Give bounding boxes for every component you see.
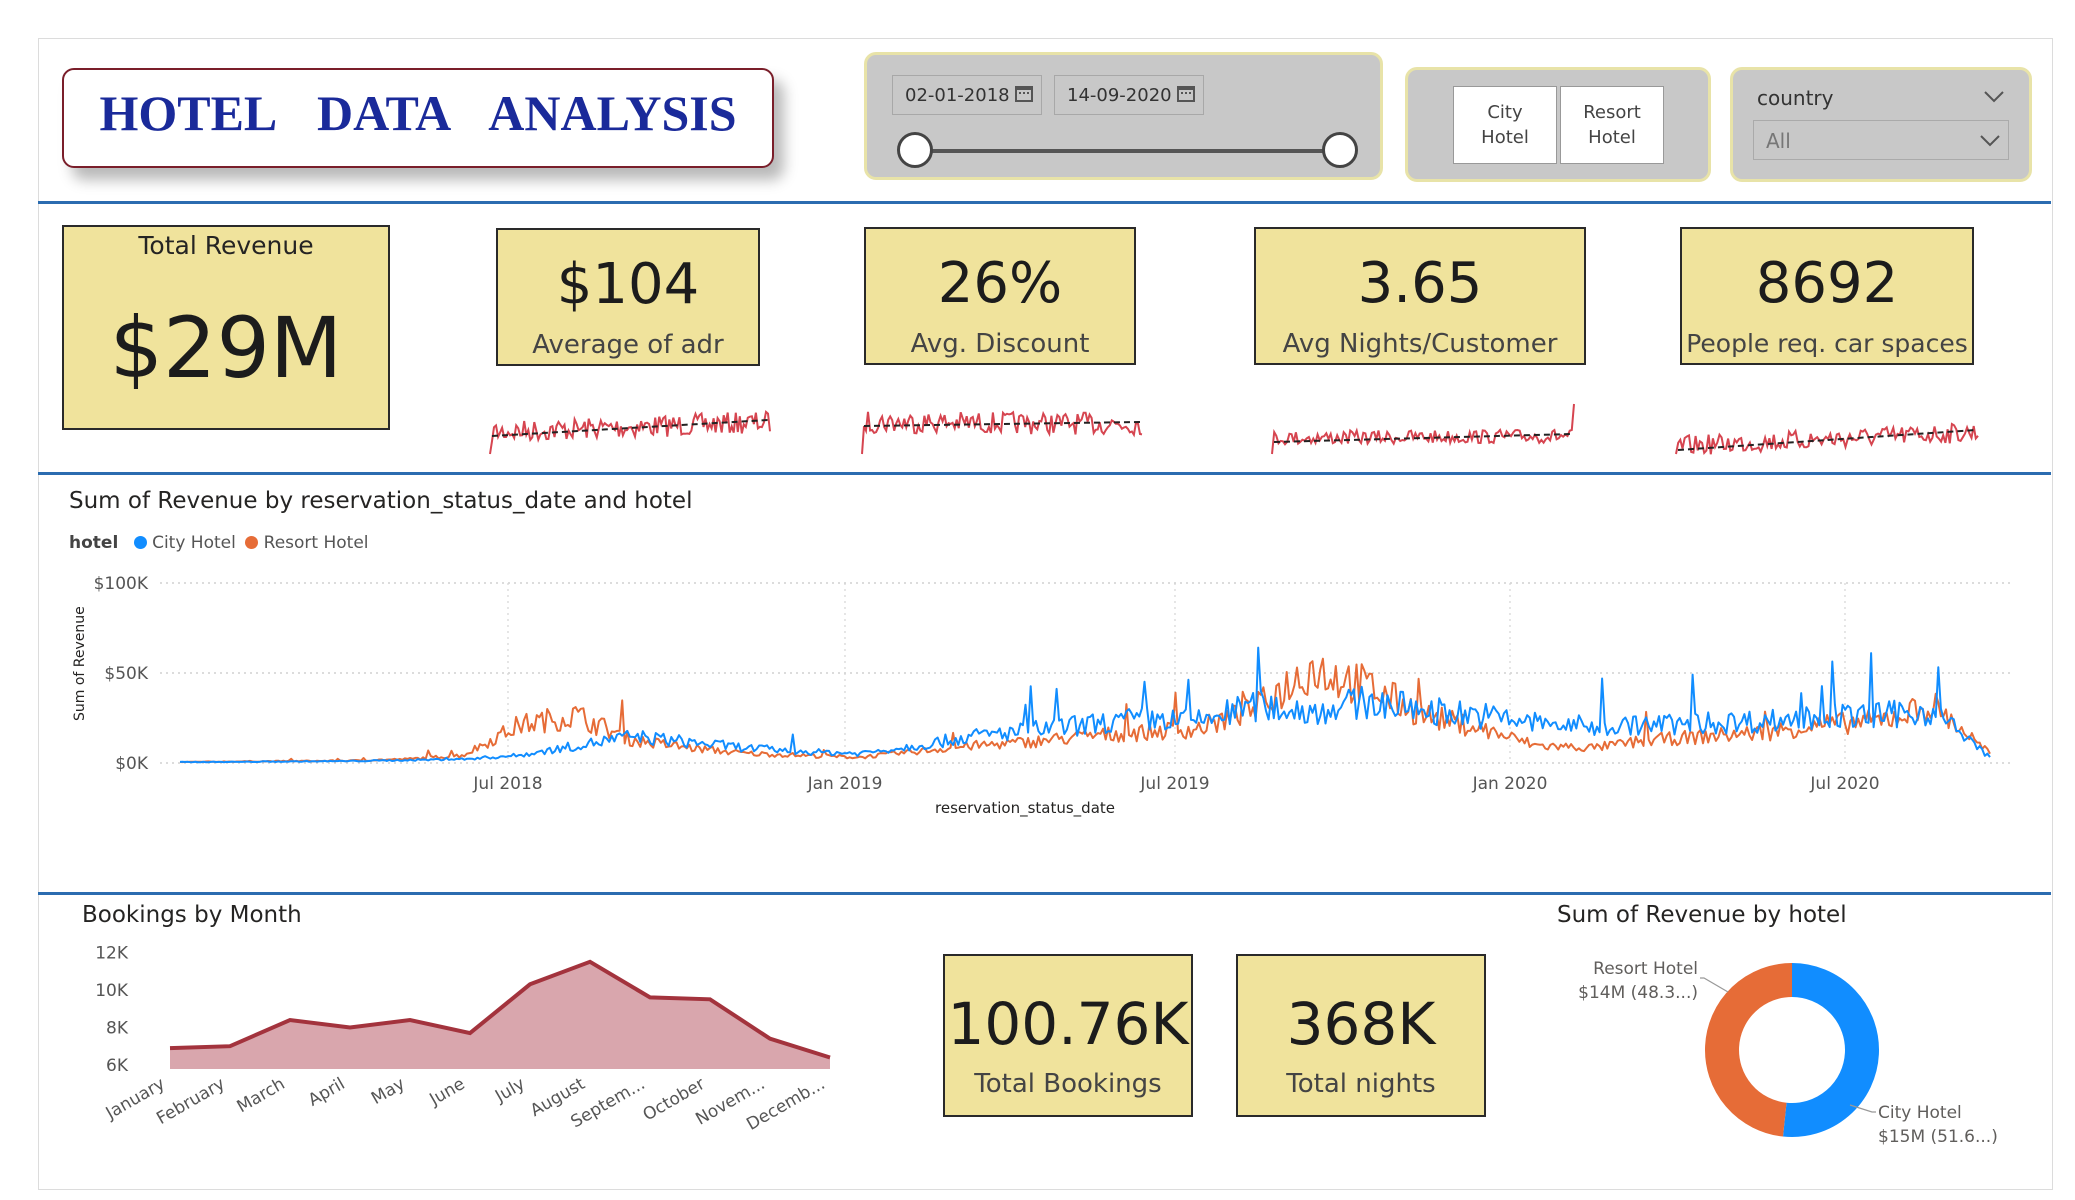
x-tick-label: Jul 2020 (1809, 774, 1879, 794)
discount-label: Avg. Discount (910, 329, 1090, 359)
total-bookings-value: 100.76K (947, 990, 1189, 1058)
total-nights-card: 368K Total nights (1236, 954, 1486, 1117)
donut-label-value: $14M (48.3...) (1578, 983, 1698, 1003)
total-bookings-label: Total Bookings (974, 1069, 1162, 1099)
revenue-chart-title: Sum of Revenue by reservation_status_dat… (69, 488, 693, 514)
donut-label-name: City Hotel (1878, 1103, 1962, 1123)
country-label: country (1757, 86, 1834, 110)
adr-sparkline (489, 410, 771, 455)
chevron-down-icon (1980, 135, 2000, 147)
total-revenue-card: Total Revenue $29M (62, 225, 390, 430)
legend-resort-dot (245, 536, 259, 549)
title-banner: HOTEL DATA ANALYSIS (62, 68, 774, 168)
x-tick-label: June (426, 1074, 469, 1110)
parking-label: People req. car spaces (1686, 329, 1968, 358)
legend-city-dot (133, 536, 147, 549)
x-tick-label: February (153, 1074, 228, 1129)
date-range-slicer: 02-01-2018 14-09-2020 (864, 52, 1383, 180)
revenue-line-chart: $0K $50K $100K Jul 2018 Jan 2019 Jul 2019 Jan … (72, 574, 2010, 818)
discount-card: 26% Avg. Discount (864, 227, 1136, 365)
nights-value: 3.65 (1357, 251, 1483, 316)
parking-sparkline (1675, 422, 1979, 456)
parking-card: 8692 People req. car spaces (1680, 227, 1974, 365)
series-line-resort (179, 657, 1991, 764)
donut-leader-line (1700, 977, 1729, 993)
nights-label: Avg Nights/Customer (1282, 329, 1558, 359)
sparkline-series (1271, 403, 1575, 455)
x-tick-label: March (234, 1074, 289, 1117)
y-tick-label: 10K (95, 981, 129, 1001)
city-hotel-label: City Hotel (1481, 102, 1529, 148)
start-date-field[interactable]: 02-01-2018 (892, 75, 1042, 115)
adr-label: Average of adr (532, 330, 724, 360)
bookings-chart-title: Bookings by Month (82, 902, 302, 928)
date-slider-track[interactable] (915, 149, 1340, 153)
bookings-area-chart: 6K8K10K12KJanuaryFebruary March April May Ju… (95, 943, 831, 1135)
nights-card: 3.65 Avg Nights/Customer (1254, 227, 1586, 365)
x-tick-label: Jul 2019 (1139, 774, 1209, 794)
end-date-value: 14-09-2020 (1067, 85, 1172, 106)
country-dropdown[interactable]: All (1753, 120, 2009, 160)
x-axis-title: reservation_status_date (935, 799, 1115, 818)
end-date-field[interactable]: 14-09-2020 (1054, 75, 1204, 115)
y-axis-title: Sum of Revenue (72, 606, 88, 721)
divider (38, 472, 2051, 475)
calendar-icon[interactable] (1177, 86, 1195, 102)
x-tick-label: April (305, 1074, 349, 1111)
revenue-by-hotel-donut: City Hotel $15M (51.6...) Resort Hotel $14M… (1578, 959, 1998, 1147)
calendar-icon[interactable] (1015, 86, 1033, 102)
donut-slice-resort (1705, 963, 1793, 1137)
resort-hotel-label: Resort Hotel (1583, 102, 1641, 148)
country-slicer: country All (1730, 67, 2032, 182)
x-tick-label: May (368, 1074, 408, 1109)
y-tick-label: $50K (104, 664, 148, 684)
nights-sparkline (1271, 403, 1575, 455)
series-line-city (179, 646, 1991, 764)
date-slider-end-handle[interactable] (1322, 132, 1358, 168)
country-selected-value: All (1766, 129, 1791, 153)
total-nights-label: Total nights (1286, 1069, 1436, 1099)
y-tick-label: 8K (106, 1018, 129, 1038)
x-tick-label: Jan 2019 (807, 774, 883, 794)
chevron-down-icon[interactable] (1983, 90, 2005, 104)
divider (38, 201, 2051, 204)
page-title: HOTEL DATA ANALYSIS (99, 85, 737, 141)
legend-city-label: City Hotel (152, 533, 236, 553)
discount-value: 26% (937, 251, 1063, 316)
revenue-by-hotel-title: Sum of Revenue by hotel (1557, 902, 1847, 928)
date-slider-start-handle[interactable] (897, 132, 933, 168)
y-tick-label: 6K (106, 1056, 129, 1076)
total-revenue-label: Total Revenue (138, 231, 314, 260)
legend-title: hotel (69, 533, 119, 553)
divider (38, 892, 2051, 895)
city-hotel-button[interactable]: City Hotel (1453, 86, 1557, 164)
x-tick-label: July (491, 1074, 528, 1107)
resort-hotel-button[interactable]: Resort Hotel (1560, 86, 1664, 164)
start-date-value: 02-01-2018 (905, 85, 1010, 106)
donut-slice-city (1783, 963, 1879, 1137)
total-bookings-card: 100.76K Total Bookings (943, 954, 1193, 1117)
parking-value: 8692 (1755, 251, 1899, 316)
y-tick-label: $0K (115, 754, 149, 774)
sparkline-series (1675, 422, 1979, 456)
revenue-chart-legend: hotel City Hotel Resort Hotel (69, 533, 369, 553)
hotel-slicer: City Hotel Resort Hotel (1405, 67, 1711, 182)
y-tick-label: 12K (95, 943, 129, 963)
sparkline-series (861, 410, 1143, 455)
total-revenue-value: $29M (109, 299, 343, 397)
adr-value: $104 (556, 252, 700, 317)
donut-label-value: $15M (51.6...) (1878, 1127, 1998, 1147)
donut-label-name: Resort Hotel (1593, 959, 1698, 979)
x-tick-label: Jul 2018 (472, 774, 542, 794)
adr-card: $104 Average of adr (496, 228, 760, 366)
discount-sparkline (861, 410, 1143, 455)
total-nights-value: 368K (1286, 990, 1436, 1058)
x-tick-label: Jan 2020 (1472, 774, 1548, 794)
legend-resort-label: Resort Hotel (263, 533, 369, 553)
y-tick-label: $100K (94, 574, 149, 594)
